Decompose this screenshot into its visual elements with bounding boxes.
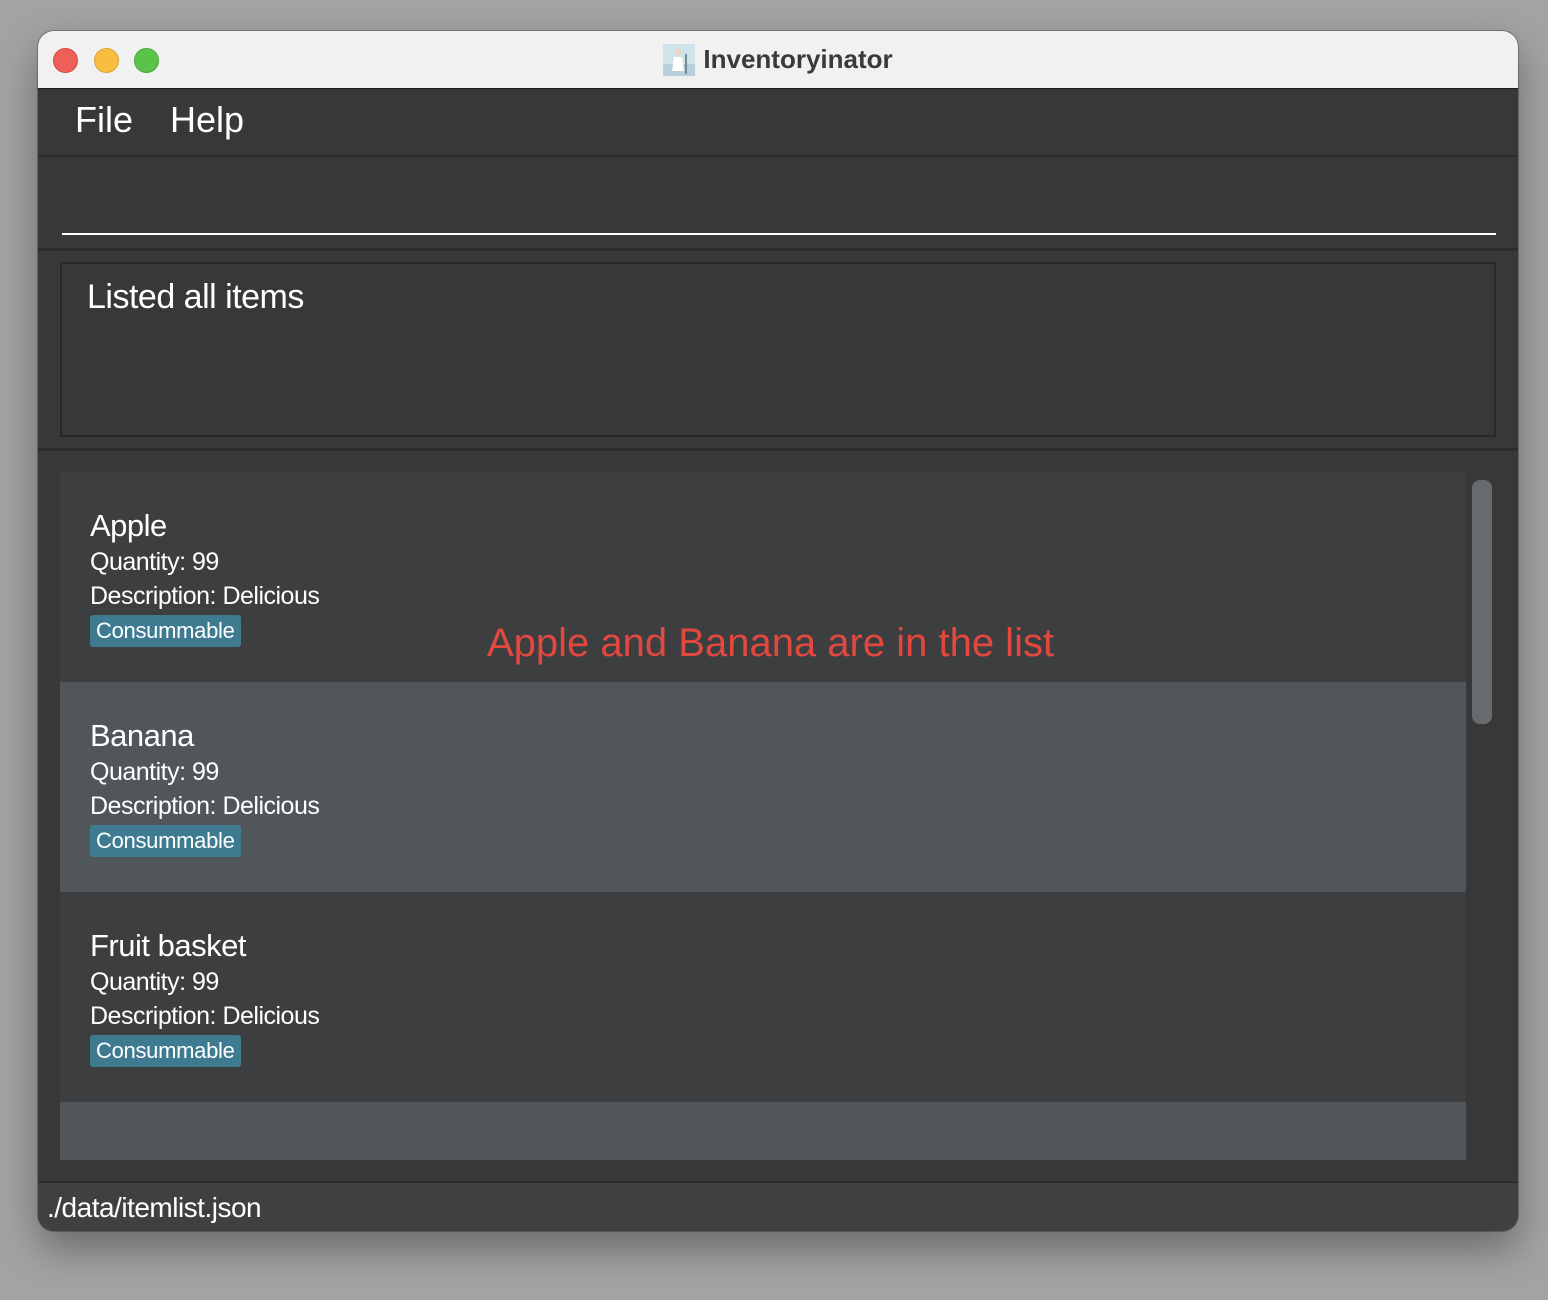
item-description: Description: Delicious	[90, 1002, 320, 1030]
command-box-area	[38, 157, 1518, 251]
item-name: Fruit basket	[90, 928, 246, 963]
item-tag: Consummable	[90, 615, 241, 647]
list-item-partial[interactable]	[60, 1102, 1466, 1160]
result-message: Listed all items	[87, 278, 304, 316]
list-scrollbar-thumb[interactable]	[1472, 480, 1492, 724]
list-item-banana[interactable]: Banana Quantity: 99 Description: Delicio…	[60, 682, 1466, 892]
status-bar: ./data/itemlist.json	[38, 1181, 1518, 1231]
result-display: Listed all items	[60, 262, 1496, 437]
app-icon	[663, 43, 696, 76]
window-title: Inventoryinator	[703, 44, 893, 74]
item-quantity: Quantity: 99	[90, 758, 219, 786]
item-description: Description: Delicious	[90, 792, 320, 820]
item-name: Banana	[90, 718, 194, 753]
item-list[interactable]: Apple Quantity: 99 Description: Deliciou…	[60, 472, 1466, 1160]
result-display-area: Listed all items	[38, 251, 1518, 451]
menu-help[interactable]: Help	[170, 99, 244, 141]
item-tag: Consummable	[90, 825, 241, 857]
list-scrollbar[interactable]	[1470, 472, 1494, 1160]
title-bar: Inventoryinator	[38, 31, 1518, 89]
annotation-text: Apple and Banana are in the list	[487, 621, 1055, 665]
window-title-group: Inventoryinator	[38, 31, 1518, 88]
status-file-path: ./data/itemlist.json	[47, 1192, 262, 1223]
command-input[interactable]	[62, 177, 1496, 235]
item-list-panel: Apple Quantity: 99 Description: Deliciou…	[38, 451, 1518, 1181]
menu-bar: File Help	[38, 89, 1518, 157]
list-item-fruit-basket[interactable]: Fruit basket Quantity: 99 Description: D…	[60, 892, 1466, 1102]
item-quantity: Quantity: 99	[90, 548, 219, 576]
menu-file[interactable]: File	[75, 99, 133, 141]
item-tag: Consummable	[90, 1035, 241, 1067]
item-description: Description: Delicious	[90, 582, 320, 610]
item-name: Apple	[90, 508, 167, 543]
item-quantity: Quantity: 99	[90, 968, 219, 996]
app-window: Inventoryinator File Help Listed all ite…	[38, 31, 1518, 1231]
